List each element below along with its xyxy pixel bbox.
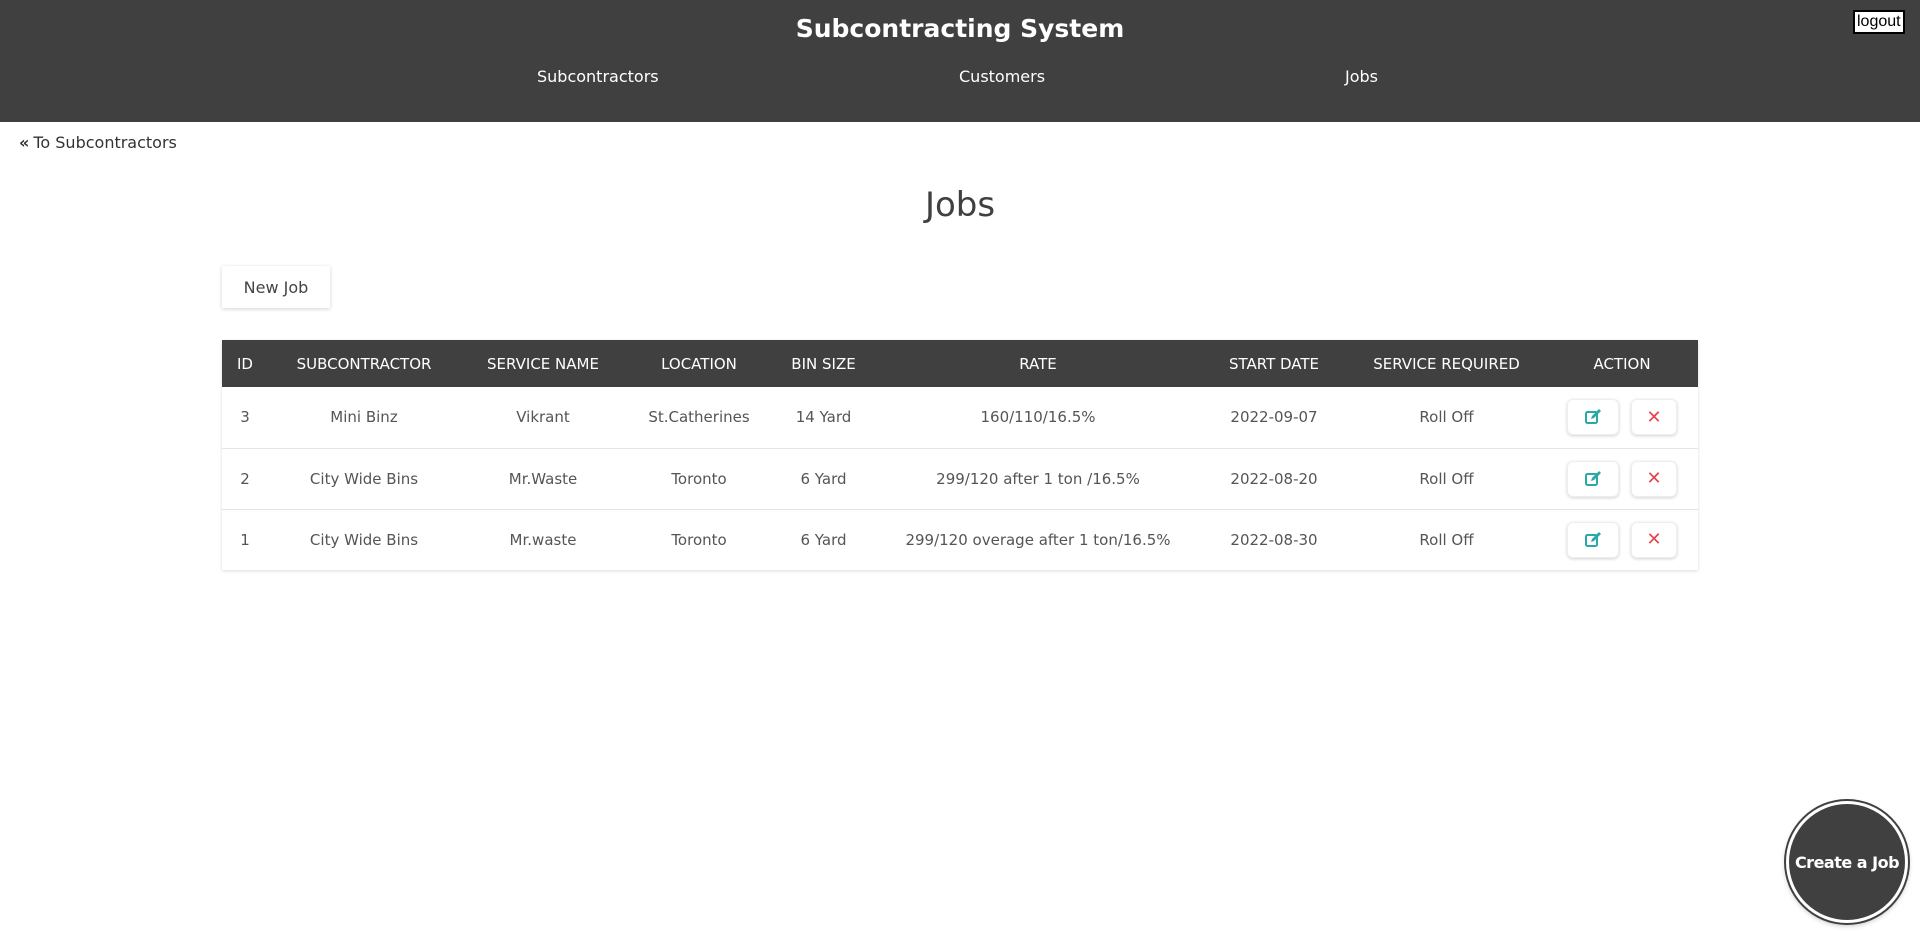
cell-service-required: Roll Off (1419, 469, 1474, 488)
column-header: ACTION (1593, 354, 1651, 373)
column-header: ID (237, 354, 253, 373)
cell-bin-size: 6 Yard (800, 469, 847, 488)
cell-rate: 299/120 after 1 ton /16.5% (936, 469, 1140, 488)
column-header: RATE (1019, 354, 1057, 373)
edit-icon (1585, 470, 1601, 486)
table-header-row: ID SUBCONTRACTOR SERVICE NAME LOCATION B… (222, 340, 1698, 387)
close-icon: ✕ (1646, 406, 1662, 428)
cell-location: St.Catherines (648, 408, 750, 427)
cell-action: ✕ (1546, 387, 1698, 448)
cell-action: ✕ (1546, 509, 1698, 570)
logout-button[interactable]: logout (1853, 10, 1905, 34)
double-chevron-left-icon: « (19, 133, 30, 152)
cell-action: ✕ (1546, 448, 1698, 509)
column-header: BIN SIZE (791, 354, 856, 373)
table-row: 2 City Wide Bins Mr.Waste Toronto 6 Yard… (222, 448, 1698, 509)
edit-button[interactable] (1567, 399, 1619, 436)
top-header: Subcontracting System Subcontractors Cus… (0, 0, 1920, 122)
new-job-button[interactable]: New Job (222, 266, 330, 308)
column-header: LOCATION (661, 354, 737, 373)
back-to-subcontractors-link[interactable]: «To Subcontractors (19, 133, 177, 152)
cell-location: Toronto (671, 530, 727, 549)
cell-bin-size: 6 Yard (800, 530, 847, 549)
column-header: SERVICE NAME (487, 354, 599, 373)
cell-subcontractor: City Wide Bins (309, 530, 419, 549)
cell-id: 3 (240, 408, 250, 427)
jobs-table: ID SUBCONTRACTOR SERVICE NAME LOCATION B… (222, 340, 1698, 570)
cell-service-required: Roll Off (1419, 408, 1474, 427)
edit-button[interactable] (1567, 460, 1619, 497)
cell-location: Toronto (671, 469, 727, 488)
cell-subcontractor: City Wide Bins (309, 469, 419, 488)
cell-id: 1 (240, 530, 250, 549)
cell-service-name: Vikrant (516, 408, 570, 427)
column-header: START DATE (1228, 354, 1320, 373)
cell-subcontractor: Mini Binz (330, 408, 398, 427)
edit-button[interactable] (1567, 521, 1619, 558)
edit-icon (1585, 531, 1601, 547)
cell-start-date: 2022-09-07 (1230, 408, 1318, 427)
cell-rate: 299/120 overage after 1 ton/16.5% (905, 530, 1171, 549)
delete-button[interactable]: ✕ (1631, 399, 1677, 436)
page-title: Jobs (924, 185, 996, 225)
edit-icon (1585, 409, 1601, 425)
nav-subcontractors[interactable]: Subcontractors (537, 67, 659, 86)
close-icon: ✕ (1646, 468, 1662, 489)
app-title: Subcontracting System (795, 14, 1125, 43)
table-row: 1 City Wide Bins Mr.waste Toronto 6 Yard… (222, 509, 1698, 570)
nav-customers[interactable]: Customers (959, 67, 1045, 86)
nav-jobs[interactable]: Jobs (1345, 67, 1378, 86)
cell-rate: 160/110/16.5% (980, 408, 1096, 427)
column-header: SUBCONTRACTOR (296, 354, 432, 373)
cell-service-name: Mr.waste (509, 530, 577, 549)
back-link-label: To Subcontractors (33, 133, 177, 152)
cell-service-required: Roll Off (1419, 530, 1474, 549)
delete-button[interactable]: ✕ (1631, 460, 1677, 497)
close-icon: ✕ (1646, 529, 1662, 551)
delete-button[interactable]: ✕ (1631, 521, 1677, 558)
create-job-fab-button[interactable]: Create a Job (1786, 801, 1908, 923)
cell-start-date: 2022-08-20 (1230, 469, 1318, 488)
cell-id: 2 (240, 469, 250, 488)
cell-bin-size: 14 Yard (795, 408, 852, 427)
table-row: 3 Mini Binz Vikrant St.Catherines 14 Yar… (222, 387, 1698, 448)
column-header: SERVICE REQUIRED (1373, 354, 1520, 373)
cell-start-date: 2022-08-30 (1230, 530, 1318, 549)
cell-service-name: Mr.Waste (508, 469, 578, 488)
